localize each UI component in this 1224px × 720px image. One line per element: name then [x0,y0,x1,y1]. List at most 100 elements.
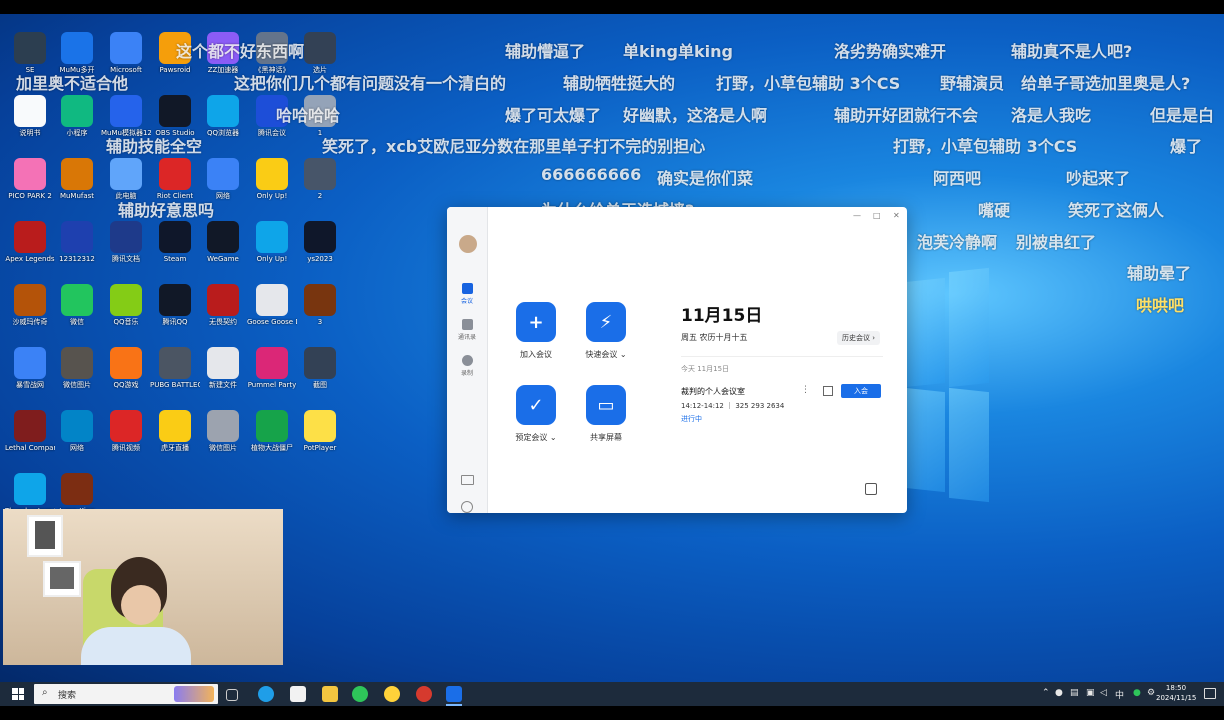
screen-icon[interactable]: ▣ [1086,688,1095,698]
clock-time: 18:50 [1165,684,1187,692]
desktop-icon-onlyup[interactable]: Only Up! [247,156,297,220]
desktop-icon-kook[interactable]: 暴雪战网 [5,345,55,409]
apex-icon [14,221,46,253]
danmaku-comment: 吵起来了 [1066,169,1131,188]
clock-date: 2024/11/15 [1156,694,1197,702]
n3-icon [304,284,336,316]
more-icon[interactable]: ⋮ [801,385,810,395]
file2-icon [304,32,336,64]
desktop-icon-file3[interactable]: 说明书 [5,93,55,157]
chevron-up-icon[interactable]: ⌃ [1042,688,1050,698]
desktop-icon-n2[interactable]: 2 [295,156,345,220]
desktop-icon-txvideo[interactable]: 腾讯视频 [101,408,151,472]
desktop-icon-label: 12312312 [59,255,95,263]
desktop-icon-mumu-fast[interactable]: MuMufast [52,156,102,220]
search-placeholder: 搜索 [58,691,77,701]
desktop-icon-qq[interactable]: 腾讯QQ [150,282,200,346]
task-view-icon[interactable] [226,689,238,701]
desktop-icon-plants[interactable]: 植物大战僵尸 [247,408,297,472]
ys-icon [61,221,93,253]
search-box[interactable]: ⌕ 搜索 [34,684,218,704]
danmaku-comment: 哄哄吧 [1136,296,1185,315]
history-meetings-button[interactable]: 历史会议 › [837,331,881,345]
tencent-meeting-window[interactable]: 会议 通讯录 录制 — □ ✕ + 加入会议 ⚡ 快速会议 ⌄ ✓ 预定会议 ⌄… [447,207,907,513]
sidebar-item-meeting[interactable]: 会议 [452,283,482,305]
open-external-icon[interactable] [823,386,833,396]
steam-icon [159,221,191,253]
start-button[interactable] [12,688,24,700]
mail-icon[interactable] [461,475,474,485]
desktop-icon-pummel[interactable]: Pummel Party [247,345,297,409]
meeting-title[interactable]: 裁判的个人会议室 [681,386,745,397]
volume-icon[interactable]: ◁ [1100,688,1107,698]
danmaku-comment: 洛是人我吃 [1011,106,1092,125]
microphone-icon[interactable]: ● [1055,688,1063,698]
desktop-icon-shot1[interactable]: 微信图片 [52,345,102,409]
settings-icon[interactable] [461,501,473,513]
contacts-icon [461,319,473,330]
desktop-icon-valorant[interactable]: 无畏契约 [198,282,248,346]
mumu2-icon [110,95,142,127]
notification-icon[interactable] [1204,688,1216,699]
join-meeting-button[interactable]: + 加入会议 [501,302,571,360]
quick-meeting-button[interactable]: ⚡ 快速会议 ⌄ [571,302,641,360]
shot1-icon [61,347,93,379]
desktop-icon-ie[interactable]: 网络 [52,408,102,472]
desktop-icon-qqmusic[interactable]: QQ音乐 [101,282,151,346]
desktop-icon-n3[interactable]: 3 [295,282,345,346]
desktop-icon-potplayer[interactable]: PotPlayer [295,408,345,472]
desktop-icon-qqgame[interactable]: QQ游戏 [101,345,151,409]
schedule-meeting-button[interactable]: ✓ 预定会议 ⌄ [501,385,571,443]
meeting-time: 14:12-14:12 ｜ 325 293 2634 [681,402,785,410]
desktop-icon-wechat[interactable]: 微信 [52,282,102,346]
desktop-icon-ximg[interactable]: 截图 [295,345,345,409]
network-icon[interactable]: ▤ [1070,688,1079,698]
desktop-icon-label: QQ浏览器 [206,129,240,137]
maximize-button[interactable]: □ [873,211,881,220]
desktop-icon-live[interactable]: 虎牙直播 [150,408,200,472]
desktop-icon-ys[interactable]: 12312312 [52,219,102,283]
sidebar-item-contacts[interactable]: 通讯录 [452,319,482,341]
desktop-icon-shawarma[interactable]: 沙威玛传奇 [5,282,55,346]
desktop-icon-goose[interactable]: Goose Goose Duck [247,282,297,346]
status-icon[interactable]: ● [1133,688,1141,698]
file-explorer-icon[interactable] [322,686,338,702]
desktop-icon-label: 腾讯视频 [112,444,140,452]
wechat-icon[interactable] [352,686,368,702]
desktop-icon-txdoc[interactable]: 腾讯文档 [101,219,151,283]
emoji-app-icon[interactable] [384,686,400,702]
danmaku-comment: 好幽默，这洛是人啊 [623,106,768,125]
settings-tray-icon[interactable]: ⚙ [1147,688,1155,698]
desktop-icon-icon-v[interactable]: 小程序 [52,93,102,157]
close-button[interactable]: ✕ [893,211,900,220]
kook-icon [14,347,46,379]
desktop-icon-wegame[interactable]: WeGame [198,219,248,283]
clock[interactable]: 18:50 2024/11/15 [1156,683,1196,703]
ime-indicator[interactable]: 中 [1115,688,1124,701]
meeting-status: 进行中 [681,415,702,423]
desktop-icon-apex[interactable]: Apex Legends [5,219,55,283]
minimize-button[interactable]: — [853,211,861,220]
user-avatar[interactable] [459,235,477,253]
desktop-icon-steam[interactable]: Steam [150,219,200,283]
desktop-icon-label: 3 [317,318,323,326]
ie-icon [61,410,93,442]
store-icon[interactable] [290,686,306,702]
tencent-meeting-taskbar-icon[interactable] [446,686,462,702]
desktop-icon-pico-park[interactable]: PICO PARK 2 [5,156,55,220]
desktop-icon-lethal[interactable]: Lethal Company [5,408,55,472]
join-button[interactable]: 入会 [841,384,881,398]
sidebar-item-recording[interactable]: 录制 [452,355,482,377]
person [81,557,191,665]
desktop-icon-ys2023[interactable]: ys2023 [295,219,345,283]
calendar-add-icon[interactable] [865,483,877,495]
edge-icon[interactable] [258,686,274,702]
share-screen-button[interactable]: ▭ 共享屏幕 [571,385,641,443]
recorder-icon[interactable] [416,686,432,702]
desktop-icon-onlyup2[interactable]: Only Up! [247,219,297,283]
desktop-icon-shot2[interactable]: 微信图片 [198,408,248,472]
desktop-icon-newfile[interactable]: 新建文件 [198,345,248,409]
desktop-icon-pubg[interactable]: PUBG BATTLEGR [150,345,200,409]
desktop-icon-qq-browser[interactable]: QQ浏览器 [198,93,248,157]
ys2023-icon [304,221,336,253]
